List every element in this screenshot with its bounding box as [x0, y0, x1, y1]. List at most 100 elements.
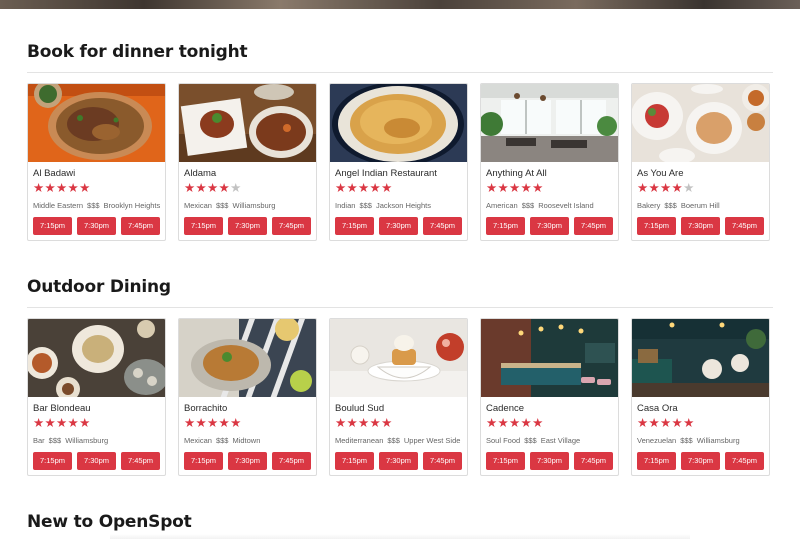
cuisine: Bakery	[637, 201, 661, 210]
section-title: New to OpenSpot	[27, 512, 192, 532]
star-rating: ★★★★★	[335, 416, 462, 430]
price: $$$	[215, 436, 229, 445]
time-slot-button[interactable]: 7:15pm	[33, 452, 72, 470]
star-rating: ★★★★★	[637, 416, 764, 430]
time-slot-button[interactable]: 7:45pm	[574, 217, 613, 235]
time-slot-button[interactable]: 7:15pm	[184, 217, 223, 235]
restaurant-meta: Venezuelan $$$ Williamsburg	[637, 436, 764, 446]
restaurant-name[interactable]: Boulud Sud	[335, 402, 462, 415]
star-icon: ★	[67, 416, 80, 430]
time-slot-button[interactable]: 7:30pm	[681, 452, 720, 470]
neighborhood: Roosevelt Island	[538, 201, 594, 210]
restaurant-card[interactable]: Boulud Sud ★★★★★ Mediterranean $$$ Upper W…	[329, 318, 468, 476]
restaurant-card[interactable]: As You Are ★★★★★ Bakery $$$ Boerum Hill 7:…	[631, 83, 770, 241]
restaurant-name[interactable]: Cadence	[486, 402, 613, 415]
restaurant-card[interactable]: Casa Ora ★★★★★ Venezuelan $$$ Williamsburg…	[631, 318, 770, 476]
price: $$$	[524, 436, 537, 445]
star-rating: ★★★★★	[184, 181, 311, 195]
star-icon: ★	[184, 416, 196, 430]
time-slot-button[interactable]: 7:30pm	[379, 452, 418, 470]
restaurant-meta: Mexican $$$ Midtown	[184, 436, 311, 446]
star-icon: ★	[346, 181, 359, 195]
section-new-to-openspot: New to OpenSpot	[27, 510, 773, 534]
star-rating: ★★★★★	[486, 416, 613, 430]
restaurant-name[interactable]: As You Are	[637, 167, 764, 180]
star-icon: ★	[67, 181, 80, 195]
restaurant-name[interactable]: Bar Blondeau	[33, 402, 160, 415]
restaurant-meta: American $$$ Roosevelt Island	[486, 201, 613, 211]
neighborhood: Midtown	[232, 436, 261, 445]
restaurant-meta: Mediterranean $$$ Upper West Side	[335, 436, 462, 446]
restaurant-meta: Bar $$$ Williamsburg	[33, 436, 160, 446]
section-outdoor-dining: Outdoor Dining Bar Blondeau ★★★★★ Bar $$$…	[27, 275, 773, 476]
restaurant-photo	[481, 84, 618, 162]
time-slot-button[interactable]: 7:45pm	[272, 452, 311, 470]
star-icon: ★	[56, 181, 68, 195]
restaurant-name[interactable]: Al Badawi	[33, 167, 160, 180]
time-slot-button[interactable]: 7:45pm	[121, 452, 160, 470]
star-icon: ★	[33, 416, 45, 430]
restaurant-card[interactable]: Al Badawi ★★★★★ Middle Eastern $$$ Brookly…	[27, 83, 166, 241]
neighborhood: Williamsburg	[65, 436, 109, 445]
star-icon: ★	[195, 181, 208, 195]
time-slot-button[interactable]: 7:45pm	[272, 217, 311, 235]
section-title: Book for dinner tonight	[27, 42, 248, 62]
time-slot-button[interactable]: 7:30pm	[379, 217, 418, 235]
neighborhood: Upper West Side	[403, 436, 461, 445]
star-icon: ★	[79, 416, 91, 430]
star-icon: ★	[79, 181, 91, 195]
time-slot-button[interactable]: 7:30pm	[77, 217, 116, 235]
star-icon: ★	[369, 181, 382, 195]
restaurant-card[interactable]: Bar Blondeau ★★★★★ Bar $$$ Williamsburg 7:…	[27, 318, 166, 476]
restaurant-name[interactable]: Aldama	[184, 167, 311, 180]
restaurant-name[interactable]: Anything At All	[486, 167, 613, 180]
cuisine: Middle Eastern	[33, 201, 84, 210]
time-slot-button[interactable]: 7:30pm	[530, 217, 569, 235]
time-slot-button[interactable]: 7:30pm	[228, 452, 267, 470]
price: $$$	[387, 436, 400, 445]
time-slot-button[interactable]: 7:45pm	[121, 217, 160, 235]
star-icon: ★	[44, 416, 57, 430]
neighborhood: East Village	[540, 436, 581, 445]
star-icon: ★	[532, 181, 544, 195]
neighborhood: Williamsburg	[696, 436, 740, 445]
time-slot-button[interactable]: 7:15pm	[486, 452, 525, 470]
time-slot-button[interactable]: 7:15pm	[335, 217, 374, 235]
restaurant-card[interactable]: Aldama ★★★★★ Mexican $$$ Williamsburg 7:15…	[178, 83, 317, 241]
time-slot-button[interactable]: 7:45pm	[725, 452, 764, 470]
time-slot-button[interactable]: 7:45pm	[423, 217, 462, 235]
time-slot-button[interactable]: 7:45pm	[423, 452, 462, 470]
restaurant-name[interactable]: Casa Ora	[637, 402, 764, 415]
restaurant-card[interactable]: Anything At All ★★★★★ American $$$ Rooseve…	[480, 83, 619, 241]
restaurant-name[interactable]: Angel Indian Restaurant	[335, 167, 462, 180]
neighborhood: Jackson Heights	[375, 201, 431, 210]
star-icon: ★	[56, 416, 68, 430]
star-rating: ★★★★★	[637, 181, 764, 195]
restaurant-card[interactable]: Cadence ★★★★★ Soul Food $$$ East Village 7…	[480, 318, 619, 476]
restaurant-photo	[28, 319, 165, 397]
restaurant-card[interactable]: Borrachito ★★★★★ Mexican $$$ Midtown 7:15p…	[178, 318, 317, 476]
star-icon: ★	[381, 416, 393, 430]
time-slot-button[interactable]: 7:30pm	[77, 452, 116, 470]
time-slot-button[interactable]: 7:30pm	[681, 217, 720, 235]
time-slot-button[interactable]: 7:30pm	[530, 452, 569, 470]
restaurant-name[interactable]: Borrachito	[184, 402, 311, 415]
time-slot-button[interactable]: 7:15pm	[184, 452, 223, 470]
star-icon: ★	[660, 416, 672, 430]
restaurant-card[interactable]: Angel Indian Restaurant ★★★★★ Indian $$$ J…	[329, 83, 468, 241]
price: $$$	[521, 201, 535, 210]
time-slot-button[interactable]: 7:15pm	[335, 452, 374, 470]
time-slot-button[interactable]: 7:15pm	[486, 217, 525, 235]
time-slot-button[interactable]: 7:45pm	[574, 452, 613, 470]
star-icon: ★	[358, 416, 370, 430]
star-icon: ★	[520, 181, 533, 195]
time-slot-button[interactable]: 7:15pm	[637, 452, 676, 470]
star-icon: ★	[520, 416, 533, 430]
price: $$$	[48, 436, 62, 445]
neighborhood: Boerum Hill	[680, 201, 720, 210]
restaurant-meta: Indian $$$ Jackson Heights	[335, 201, 462, 211]
time-slot-button[interactable]: 7:15pm	[33, 217, 72, 235]
time-slot-button[interactable]: 7:45pm	[725, 217, 764, 235]
time-slot-button[interactable]: 7:15pm	[637, 217, 676, 235]
time-slot-button[interactable]: 7:30pm	[228, 217, 267, 235]
